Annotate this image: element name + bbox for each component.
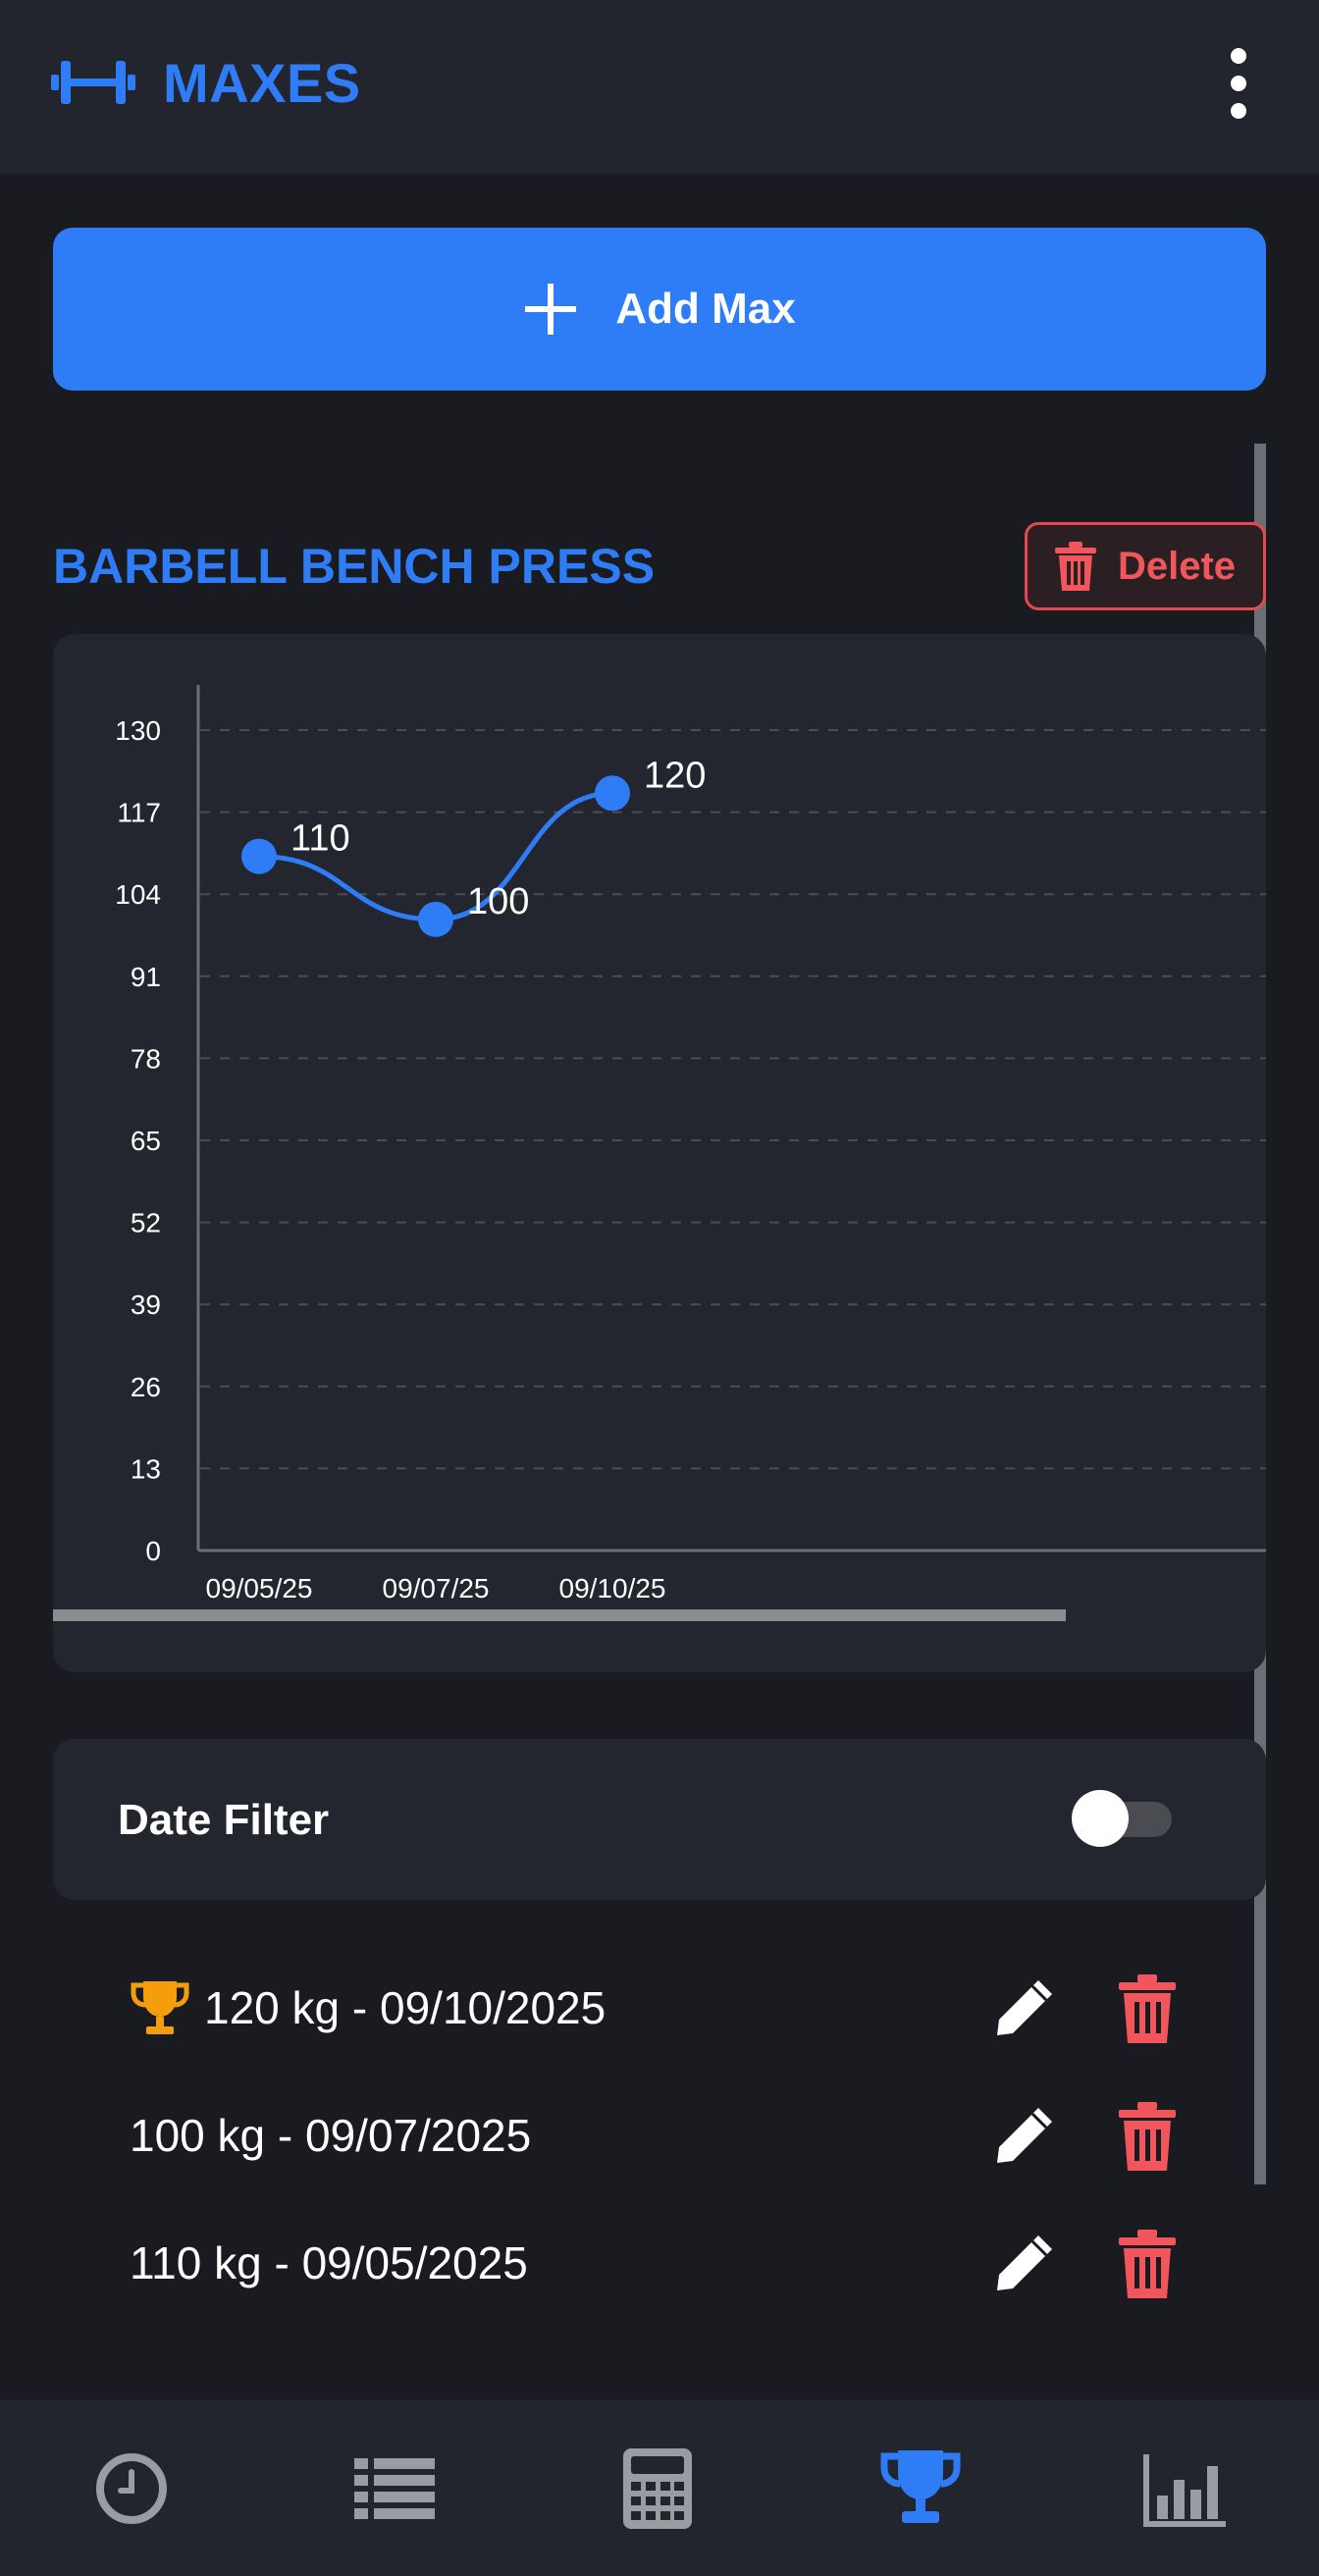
- entry-text: 110 kg - 09/05/2025: [130, 2237, 528, 2288]
- chart-horizontal-scrollbar[interactable]: [53, 1609, 1066, 1621]
- data-label: 100: [467, 881, 529, 922]
- chart-card: 0 13 26 39 52 65 78 91 104 117 130 09/05/25 09/07/25…: [53, 634, 1266, 1672]
- data-point: [418, 901, 453, 937]
- delete-entry-icon[interactable]: [1119, 1974, 1176, 2043]
- exercise-title: BARBELL BENCH PRESS: [53, 539, 656, 594]
- x-tick-label: 09/10/25: [559, 1573, 666, 1603]
- nav-item-stats[interactable]: [1052, 2400, 1315, 2576]
- delete-entry-icon[interactable]: [1119, 2230, 1176, 2298]
- nav-item-list[interactable]: [263, 2400, 526, 2576]
- nav-item-calculator[interactable]: [526, 2400, 789, 2576]
- trophy-icon: [131, 1981, 189, 2034]
- edit-icon[interactable]: [993, 1976, 1056, 2039]
- bar-chart-icon: [1143, 2453, 1226, 2527]
- nav-item-history[interactable]: [0, 2400, 263, 2576]
- data-point: [241, 838, 277, 874]
- y-tick-label: 65: [131, 1126, 161, 1156]
- date-filter-label: Date Filter: [118, 1796, 330, 1844]
- data-label: 120: [644, 755, 706, 796]
- y-tick-label: 117: [117, 798, 161, 828]
- y-tick-label: 78: [131, 1043, 161, 1074]
- data-label: 110: [290, 818, 350, 860]
- plus-icon: [525, 284, 577, 335]
- x-tick-label: 09/05/25: [206, 1573, 313, 1603]
- list-item[interactable]: 110 kg - 09/05/2025: [130, 2214, 1209, 2312]
- add-max-label: Add Max: [615, 285, 796, 333]
- calculator-icon: [623, 2447, 692, 2529]
- entry-text: 100 kg - 09/07/2025: [130, 2110, 532, 2161]
- edit-icon[interactable]: [993, 2104, 1056, 2167]
- trash-icon: [1054, 542, 1096, 591]
- overflow-menu-button[interactable]: [1217, 39, 1260, 128]
- y-tick-label: 26: [131, 1372, 161, 1402]
- list-item[interactable]: 120 kg - 09/10/2025: [130, 1959, 1209, 2057]
- brand: MAXES: [51, 51, 361, 114]
- max-history-chart: 0 13 26 39 52 65 78 91 104 117 130 09/05/25 09/07/25…: [115, 685, 1266, 1603]
- more-vert-icon: [1231, 48, 1246, 64]
- clock-icon: [96, 2452, 167, 2524]
- list-icon: [354, 2457, 435, 2519]
- delete-exercise-label: Delete: [1117, 544, 1237, 588]
- dumbbell-icon: [51, 61, 135, 104]
- bottom-navigation: [0, 2400, 1319, 2576]
- nav-item-maxes[interactable]: [789, 2400, 1052, 2576]
- app-title: MAXES: [163, 51, 361, 114]
- data-point: [595, 775, 630, 812]
- edit-icon[interactable]: [993, 2232, 1056, 2294]
- y-tick-label: 104: [115, 879, 161, 910]
- y-tick-label: 39: [131, 1289, 161, 1320]
- list-item[interactable]: 100 kg - 09/07/2025: [130, 2086, 1209, 2184]
- app-bar: MAXES: [0, 0, 1319, 174]
- add-max-button[interactable]: Add Max: [53, 228, 1266, 391]
- y-tick-label: 130: [115, 715, 161, 746]
- y-tick-label: 13: [131, 1453, 161, 1484]
- date-filter-toggle[interactable]: [1072, 1790, 1172, 1847]
- y-tick-label: 52: [131, 1208, 161, 1238]
- x-tick-label: 09/07/25: [383, 1573, 490, 1603]
- y-tick-label: 91: [131, 962, 161, 992]
- date-filter-card: Date Filter: [53, 1739, 1266, 1900]
- delete-exercise-button[interactable]: Delete: [1025, 522, 1266, 610]
- delete-entry-icon[interactable]: [1119, 2102, 1176, 2171]
- entry-text: 120 kg - 09/10/2025: [204, 1982, 607, 2033]
- trophy-icon: [880, 2449, 961, 2523]
- y-tick-label: 0: [145, 1536, 161, 1566]
